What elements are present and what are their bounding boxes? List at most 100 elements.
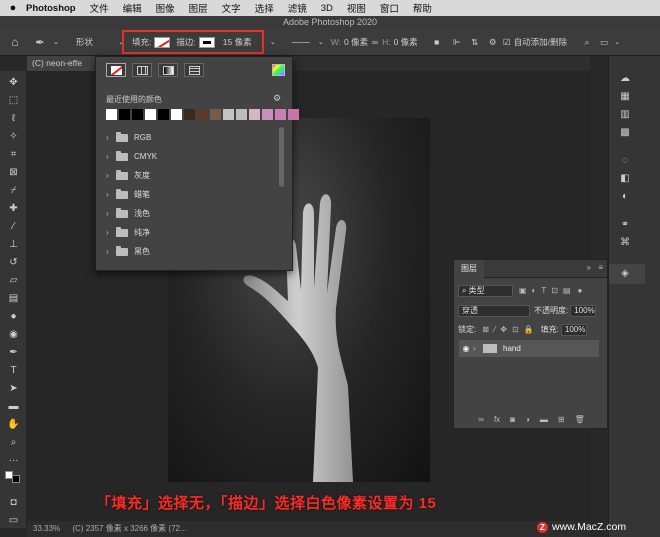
pen-tool-icon[interactable]: ✒ [30, 36, 50, 49]
zoom-level[interactable]: 33.33% [33, 524, 60, 533]
blur-tool-icon[interactable]: ● [6, 309, 21, 324]
properties-icon[interactable]: ◐ [618, 190, 632, 204]
chevron-down-icon[interactable]: ⌄ [317, 38, 325, 46]
swatch-group[interactable]: › 浅色 [106, 204, 276, 223]
scrollbar[interactable] [279, 127, 284, 187]
collapse-icon[interactable]: » [587, 263, 591, 272]
height-field[interactable]: 0 像素 [394, 36, 418, 48]
crop-tool-icon[interactable]: ⌗ [6, 147, 21, 162]
type-tool-icon[interactable]: T [6, 363, 21, 378]
swatch-group[interactable]: › 纯净 [106, 223, 276, 242]
healing-brush-icon[interactable]: ✚ [6, 201, 21, 216]
marquee-tool-icon[interactable]: ⬚ [6, 93, 21, 108]
recent-swatch[interactable] [119, 109, 130, 120]
eye-icon[interactable]: ◉ [459, 344, 473, 353]
recent-swatch[interactable] [288, 109, 299, 120]
libraries-icon[interactable]: ☁ [618, 72, 632, 86]
no-color-button[interactable] [106, 63, 126, 77]
tab-layers[interactable]: 图层 [454, 260, 484, 278]
filter-icons[interactable]: ▣◐T⊡▤ [519, 286, 576, 295]
gradient-button[interactable] [158, 63, 178, 77]
gear-icon[interactable]: ⚙ [484, 37, 502, 48]
fill-field[interactable]: 100% [560, 323, 587, 336]
lock-icons[interactable]: ⊠⁄✥⊡🔒 [482, 325, 538, 334]
menu-edit[interactable]: 编辑 [123, 1, 142, 15]
link-layers-icon[interactable]: ∞ [478, 415, 484, 424]
solid-color-button[interactable] [132, 63, 152, 77]
hand-tool-icon[interactable]: ✋ [6, 417, 21, 432]
gradients-icon[interactable]: ▥ [618, 108, 632, 122]
chevron-down-icon[interactable]: ⌄ [611, 38, 623, 46]
app-menu[interactable]: Photoshop [26, 3, 76, 14]
path-selection-icon[interactable]: ➤ [6, 381, 21, 396]
menu-view[interactable]: 视图 [347, 1, 366, 15]
recent-swatch[interactable] [158, 109, 169, 120]
swatch-group[interactable]: › 蜡笔 [106, 185, 276, 204]
menu-3d[interactable]: 3D [321, 3, 333, 14]
swatch-group[interactable]: › CMYK [106, 147, 276, 166]
recent-swatch[interactable] [210, 109, 221, 120]
rectangle-tool-icon[interactable]: ▬ [6, 399, 21, 414]
fx-icon[interactable]: fx [494, 415, 500, 424]
mode-select[interactable]: 形状 [76, 36, 116, 48]
search-icon[interactable]: ⌕ [577, 37, 597, 48]
group-icon[interactable]: ▬ [540, 415, 548, 424]
eyedropper-icon[interactable]: ⌿ [6, 183, 21, 198]
chevron-down-icon[interactable]: ⌄ [50, 38, 62, 46]
pattern-button[interactable] [184, 63, 204, 77]
recent-swatch[interactable] [223, 109, 234, 120]
adjustment-layer-icon[interactable]: ◑ [525, 415, 530, 424]
menu-filter[interactable]: 滤镜 [288, 1, 307, 15]
more-tools-icon[interactable]: ··· [6, 453, 21, 468]
mask-icon[interactable]: ◙ [510, 415, 515, 424]
new-layer-icon[interactable]: ⊞ [558, 415, 565, 424]
brush-tool-icon[interactable]: ⁄ [6, 219, 21, 234]
trash-icon[interactable]: 🗑 [575, 415, 585, 424]
blend-mode-select[interactable]: 穿透 [458, 304, 530, 317]
move-tool-icon[interactable]: ✥ [6, 75, 21, 90]
paths-icon[interactable]: ⌘ [618, 236, 632, 250]
filter-toggle-icon[interactable]: ● [578, 286, 583, 295]
menu-image[interactable]: 图像 [156, 1, 175, 15]
apple-menu-icon[interactable]: ● [0, 2, 26, 14]
path-alignment-icon[interactable]: ⊫ [448, 37, 466, 48]
learn-icon[interactable]: ◌ [618, 154, 632, 168]
clone-stamp-icon[interactable]: ⊥ [6, 237, 21, 252]
dodge-tool-icon[interactable]: ◉ [6, 327, 21, 342]
menu-help[interactable]: 帮助 [413, 1, 432, 15]
gradient-tool-icon[interactable]: ▤ [6, 291, 21, 306]
recent-swatch[interactable] [145, 109, 156, 120]
menu-file[interactable]: 文件 [90, 1, 109, 15]
frame-tool-icon[interactable]: ⊠ [6, 165, 21, 180]
recent-swatch[interactable] [262, 109, 273, 120]
recent-swatch[interactable] [132, 109, 143, 120]
lasso-tool-icon[interactable]: ℓ [6, 111, 21, 126]
recent-swatch[interactable] [236, 109, 247, 120]
quick-mask-icon[interactable]: ◘ [6, 495, 21, 510]
document-info[interactable]: (C) 2357 像素 x 3266 像素 (72... [72, 524, 186, 533]
channels-icon[interactable]: ⚭ [618, 218, 632, 232]
history-brush-icon[interactable]: ↺ [6, 255, 21, 270]
swatch-group[interactable]: › RGB [106, 128, 276, 147]
recent-swatch[interactable] [249, 109, 260, 120]
chevron-down-icon[interactable]: ⌄ [269, 38, 277, 46]
menu-type[interactable]: 文字 [222, 1, 241, 15]
recent-swatch[interactable] [197, 109, 208, 120]
recent-swatch[interactable] [275, 109, 286, 120]
recent-swatch[interactable] [184, 109, 195, 120]
auto-add-checkbox[interactable]: ☑ [502, 37, 512, 48]
workspace-icon[interactable]: ▭ [597, 37, 611, 48]
menu-window[interactable]: 窗口 [380, 1, 399, 15]
pen-tool-icon[interactable]: ✒ [6, 345, 21, 360]
stroke-type-select[interactable]: ─── [285, 37, 317, 47]
swatches-icon[interactable]: ▦ [618, 90, 632, 104]
background-color-icon[interactable] [12, 475, 20, 483]
panel-menu-icon[interactable]: ≡ [598, 263, 603, 272]
adjustments-icon[interactable]: ◧ [618, 172, 632, 186]
magic-wand-icon[interactable]: ✧ [6, 129, 21, 144]
layer-row[interactable]: ◉ › hand [459, 340, 599, 357]
menu-select[interactable]: 选择 [255, 1, 274, 15]
gear-icon[interactable]: ⚙ [273, 93, 281, 104]
recent-swatch[interactable] [106, 109, 117, 120]
swatch-group[interactable]: › 灰度 [106, 166, 276, 185]
